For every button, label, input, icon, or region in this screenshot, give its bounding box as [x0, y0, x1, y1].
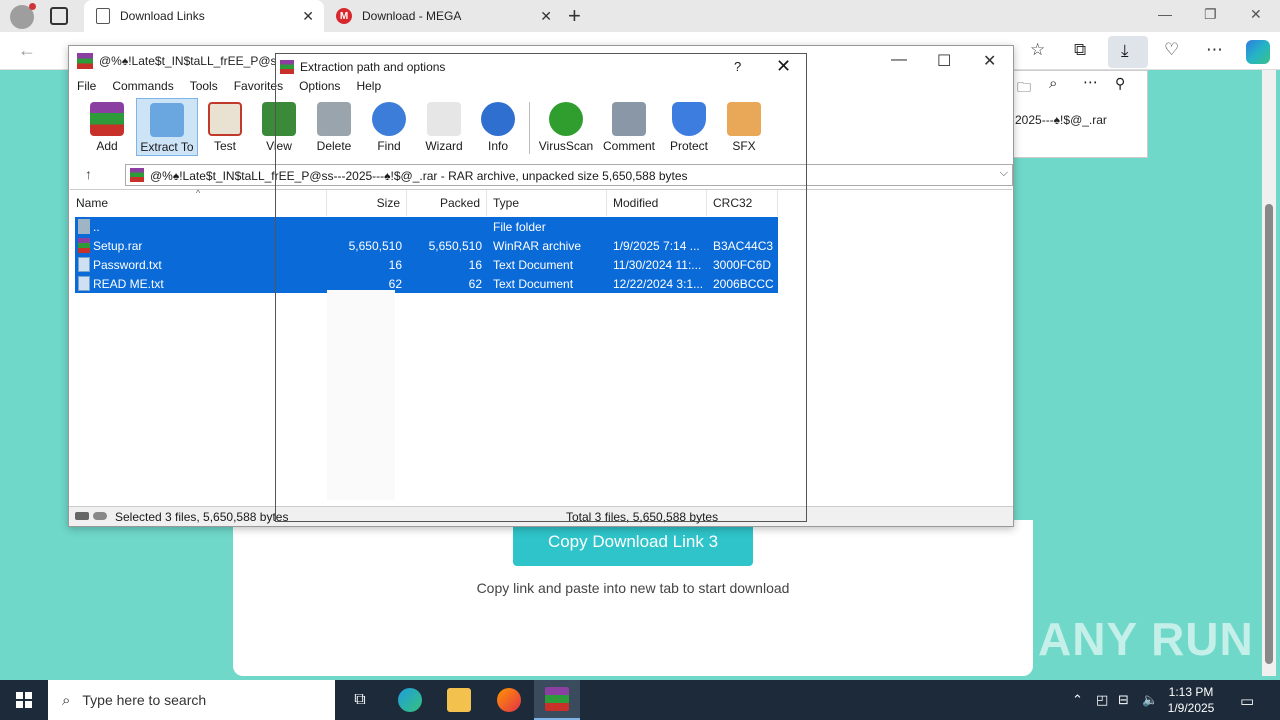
search-icon: ⌕	[62, 691, 71, 709]
dialog-titlebar[interactable]: Extraction path and options ? ✕	[276, 54, 806, 80]
tab-download-mega[interactable]: M Download - MEGA ✕	[324, 0, 562, 32]
extract-to-button[interactable]: Extract To	[136, 98, 198, 156]
close-icon[interactable]: ✕	[983, 51, 996, 71]
close-window-icon[interactable]: ✕	[1250, 6, 1262, 23]
tab-close-icon[interactable]: ✕	[540, 8, 552, 25]
new-tab-icon[interactable]: +	[568, 3, 581, 29]
folder-icon	[78, 219, 90, 234]
file-explorer-icon[interactable]	[436, 680, 482, 720]
maximize-icon[interactable]: ☐	[937, 51, 951, 71]
taskbar-clock[interactable]: 1:13 PM 1/9/2025	[1160, 684, 1222, 716]
performance-icon[interactable]: ♡	[1164, 40, 1179, 60]
download-item-name[interactable]: 2025---♠!$@_.rar	[1015, 113, 1107, 127]
windows-taskbar: ⌕ Type here to search ⧉ ⌃ ◰ ⊟ 🔈 1:13 PM …	[0, 680, 1280, 720]
file-name: Setup.rar	[93, 239, 143, 253]
dialog-title: Extraction path and options	[300, 60, 446, 74]
key-icon	[93, 512, 107, 520]
minimize-icon[interactable]: —	[1158, 6, 1172, 22]
tool-label: Add	[96, 139, 118, 153]
taskbar-search[interactable]: ⌕ Type here to search	[48, 680, 335, 720]
pin-icon[interactable]: ⚲	[1115, 75, 1125, 92]
winrar-logo-icon	[77, 53, 93, 69]
file-name: Password.txt	[93, 258, 162, 272]
network-icon[interactable]: ⊟	[1118, 692, 1129, 708]
minimize-icon[interactable]: —	[891, 51, 907, 69]
menu-file[interactable]: File	[69, 76, 104, 96]
profile-avatar-icon[interactable]	[10, 3, 36, 29]
search-icon[interactable]: ⌕	[1049, 75, 1057, 92]
clock-date: 1/9/2025	[1167, 701, 1215, 715]
copilot-icon[interactable]	[1246, 40, 1270, 64]
browser-tab-bar: Download Links ✕ M Download - MEGA ✕ + —…	[0, 0, 1280, 32]
add-button[interactable]: Add	[78, 98, 136, 156]
close-icon[interactable]: ✕	[776, 56, 791, 77]
tab-close-icon[interactable]: ✕	[302, 8, 314, 25]
collections-icon[interactable]: ⧉	[1074, 40, 1086, 60]
status-selected: Selected 3 files, 5,650,588 bytes	[115, 510, 289, 524]
menu-commands[interactable]: Commands	[104, 76, 181, 96]
copy-instructions: Copy link and paste into new tab to star…	[476, 580, 790, 596]
notifications-icon[interactable]: ▭	[1240, 692, 1254, 710]
downloads-button[interactable]: ⤓	[1108, 36, 1148, 68]
help-icon[interactable]: ?	[734, 59, 741, 74]
windows-start-icon[interactable]	[16, 692, 32, 708]
menu-tools[interactable]: Tools	[182, 76, 226, 96]
winrar-title: @%♠!Late$t_IN$taLL_frEE_P@ss---	[99, 54, 277, 68]
back-arrow-icon[interactable]: ←	[18, 40, 36, 61]
favorites-star-icon[interactable]: ☆	[1030, 40, 1045, 60]
volume-icon[interactable]: 🔈	[1142, 692, 1158, 708]
tab-download-links[interactable]: Download Links ✕	[84, 0, 324, 32]
extraction-dialog: Extraction path and options ? ✕	[275, 53, 807, 522]
up-folder-icon[interactable]: ↑	[85, 166, 92, 182]
anyrun-watermark: ANY RUN	[1038, 613, 1254, 665]
winrar-logo-icon	[280, 60, 294, 74]
winrar-taskbar-icon[interactable]	[534, 680, 580, 720]
scroll-thumb[interactable]	[1265, 204, 1273, 664]
file-name: ..	[93, 220, 100, 234]
test-clipboard-icon	[208, 102, 242, 136]
text-file-icon	[78, 276, 90, 291]
search-placeholder: Type here to search	[82, 692, 207, 708]
chevron-down-icon[interactable]: ⌵	[1000, 167, 1008, 180]
edge-icon[interactable]	[387, 680, 433, 720]
tray-chevron-icon[interactable]: ⌃	[1072, 692, 1083, 708]
test-button[interactable]: Test	[196, 98, 254, 156]
more-icon[interactable]: ⋯	[1083, 73, 1098, 91]
more-menu-icon[interactable]: ⋯	[1206, 40, 1223, 60]
drive-icon	[75, 512, 89, 520]
tool-label: Test	[213, 139, 236, 153]
download-arrow-icon: ⤓	[1121, 41, 1129, 60]
extract-folder-icon	[150, 103, 184, 137]
downloads-flyout: 🗀 ⌕ ⋯ ⚲ 2025---♠!$@_.rar	[1008, 70, 1148, 158]
clock-time: 1:13 PM	[1168, 685, 1214, 699]
archive-icon	[130, 168, 144, 182]
tab-actions-icon[interactable]	[50, 7, 68, 25]
task-view-icon[interactable]: ⧉	[337, 680, 383, 720]
text-file-icon	[78, 257, 90, 272]
tab-label: Download Links	[120, 9, 205, 23]
tab-label: Download - MEGA	[362, 9, 462, 23]
tool-label: Extract To	[140, 140, 194, 154]
mega-logo-icon: M	[336, 8, 352, 24]
sort-arrow-icon: ^	[196, 188, 201, 198]
rar-file-icon	[78, 238, 90, 253]
tray-app-icon[interactable]: ◰	[1096, 692, 1108, 708]
file-name: READ ME.txt	[93, 277, 164, 291]
open-folder-icon[interactable]: 🗀	[1017, 77, 1031, 101]
page-scrollbar[interactable]	[1262, 70, 1276, 676]
firefox-icon[interactable]	[486, 680, 532, 720]
page-icon	[96, 8, 110, 24]
restore-icon[interactable]: ❐	[1204, 6, 1217, 23]
add-archive-icon	[90, 102, 124, 136]
